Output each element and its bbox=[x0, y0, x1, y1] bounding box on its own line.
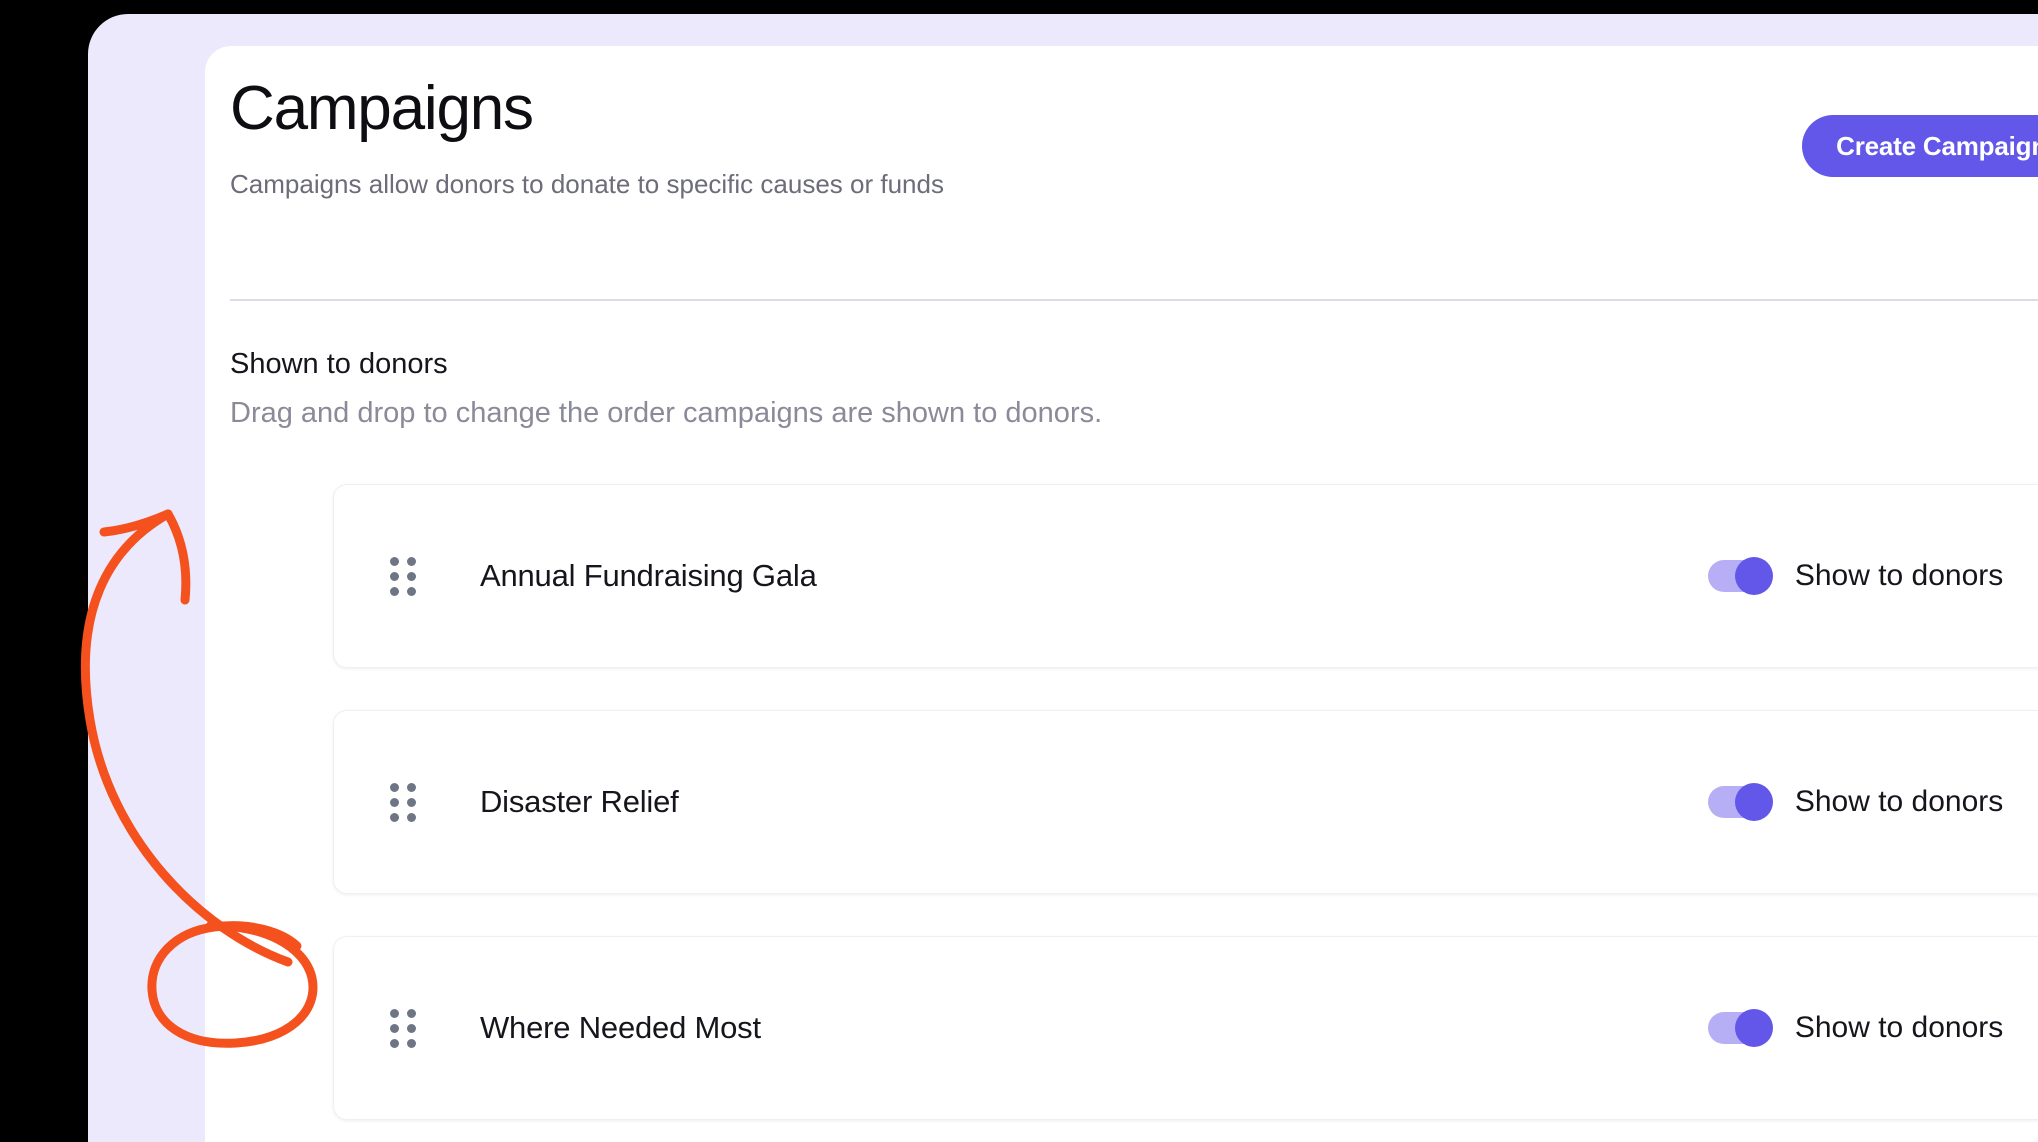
campaign-name: Disaster Relief bbox=[480, 784, 679, 819]
campaigns-panel: Campaigns Campaigns allow donors to dona… bbox=[205, 46, 2038, 1142]
row-actions: Show to donors Edit bbox=[1707, 557, 2038, 595]
drag-handle-icon[interactable] bbox=[390, 557, 416, 596]
drag-handle-icon[interactable] bbox=[390, 783, 416, 822]
campaign-name: Where Needed Most bbox=[480, 1010, 761, 1045]
campaign-name: Annual Fundraising Gala bbox=[480, 558, 817, 593]
show-to-donors-toggle[interactable] bbox=[1707, 1009, 1773, 1047]
show-to-donors-toggle[interactable] bbox=[1707, 783, 1773, 821]
drag-handle-icon[interactable] bbox=[390, 1009, 416, 1048]
toggle-label: Show to donors bbox=[1794, 1011, 2004, 1044]
toggle-knob bbox=[1734, 557, 1773, 595]
page-header: Campaigns Campaigns allow donors to dona… bbox=[230, 72, 2038, 200]
toggle-knob bbox=[1734, 1009, 1773, 1047]
campaign-list: Annual Fundraising Gala Show to donors E… bbox=[333, 484, 2038, 1120]
app-frame: Campaigns Campaigns allow donors to dona… bbox=[88, 14, 2038, 1142]
section-subtitle: Drag and drop to change the order campai… bbox=[230, 397, 1103, 429]
toggle-label: Show to donors bbox=[1794, 559, 2004, 592]
row-actions: Show to donors Edit bbox=[1707, 1009, 2038, 1047]
row-actions: Show to donors Edit bbox=[1707, 783, 2038, 821]
page-title: Campaigns bbox=[230, 74, 534, 143]
campaign-row[interactable]: Disaster Relief Show to donors Edit bbox=[333, 710, 2038, 894]
create-campaign-button[interactable]: Create Campaign bbox=[1802, 115, 2038, 177]
page-subtitle: Campaigns allow donors to donate to spec… bbox=[230, 169, 944, 199]
section-title: Shown to donors bbox=[230, 348, 448, 380]
toggle-knob bbox=[1734, 783, 1773, 821]
campaign-row[interactable]: Where Needed Most Show to donors Edit bbox=[333, 936, 2038, 1120]
shown-to-donors-section: Shown to donors Drag and drop to change … bbox=[230, 346, 2038, 431]
header-divider bbox=[230, 299, 2038, 301]
toggle-label: Show to donors bbox=[1794, 785, 2004, 818]
campaign-row[interactable]: Annual Fundraising Gala Show to donors E… bbox=[333, 484, 2038, 668]
show-to-donors-toggle[interactable] bbox=[1707, 557, 1773, 595]
